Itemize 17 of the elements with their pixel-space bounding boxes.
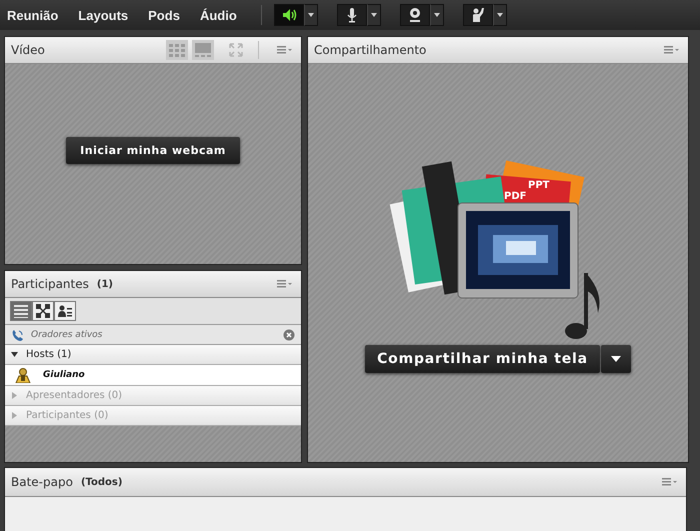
menu-item[interactable]: Áudio bbox=[200, 8, 237, 22]
menu-item[interactable]: Pods bbox=[148, 8, 180, 22]
participant-count: (1) bbox=[96, 278, 113, 290]
pod-title: Bate-papo bbox=[11, 475, 73, 489]
pod-title: Participantes bbox=[11, 277, 89, 291]
share-screen-button[interactable]: Compartilhar minha tela bbox=[365, 345, 600, 373]
menu-item[interactable]: Reunião bbox=[7, 8, 58, 22]
filter-label: Oradores ativos bbox=[31, 330, 104, 340]
participant-name: Giuliano bbox=[43, 370, 85, 380]
pod-title: Vídeo bbox=[11, 43, 45, 57]
file-type-label: PPT bbox=[528, 180, 550, 191]
pod-title: Compartilhamento bbox=[314, 43, 426, 57]
chat-scope: (Todos) bbox=[80, 476, 122, 488]
menu-item[interactable]: Layouts bbox=[78, 8, 128, 22]
participant-group[interactable]: Hosts (1) bbox=[5, 345, 301, 365]
webcam-button[interactable]: Iniciar minha webcam bbox=[66, 136, 240, 164]
file-type-label: PDF bbox=[504, 191, 526, 202]
